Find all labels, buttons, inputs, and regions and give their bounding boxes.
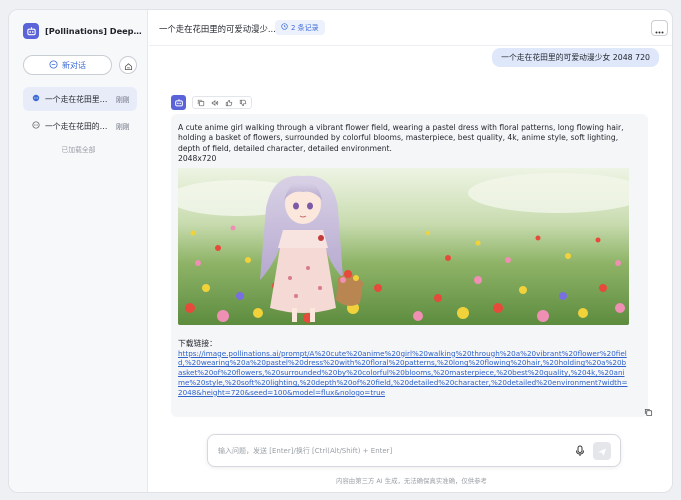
new-chat-button[interactable]: 新对话 bbox=[23, 55, 112, 75]
download-link[interactable]: https://image.pollinations.ai/prompt/A%2… bbox=[178, 349, 629, 398]
ai-message: A cute anime girl walking through a vibr… bbox=[171, 114, 648, 417]
chat-plus-icon bbox=[49, 59, 58, 71]
app-title: [Pollinations] DeepSeek... bbox=[45, 26, 143, 36]
chat-bubble-icon bbox=[32, 94, 40, 104]
home-button[interactable] bbox=[119, 56, 137, 74]
generated-image[interactable] bbox=[178, 167, 629, 325]
anime-girl-flower-field-illustration bbox=[178, 167, 629, 325]
records-count: 2 条记录 bbox=[291, 23, 319, 32]
sidebar: [Pollinations] DeepSeek... 新对话 一个走在花田里的.… bbox=[9, 10, 148, 492]
download-label: 下载链接： bbox=[178, 338, 217, 348]
conversation-time: 刚刚 bbox=[116, 96, 130, 104]
bot-icon bbox=[171, 95, 186, 110]
thumbs-down-icon[interactable] bbox=[238, 98, 248, 108]
chat-header: 一个走在花田里的可爱动漫少... 2 条记录 bbox=[149, 10, 672, 46]
app-window: [Pollinations] DeepSeek... 新对话 一个走在花田里的.… bbox=[8, 9, 673, 493]
more-button[interactable] bbox=[651, 20, 668, 36]
chat-main: 一个走在花田里的可爱动漫少... 2 条记录 一个走在花田里的可爱动漫少女 20… bbox=[149, 10, 672, 492]
chat-bubble-icon bbox=[32, 121, 40, 131]
copy-icon[interactable] bbox=[196, 98, 206, 108]
app-header: [Pollinations] DeepSeek... bbox=[23, 23, 143, 39]
message-actions bbox=[192, 96, 252, 109]
image-size: 2048x720 bbox=[178, 154, 217, 164]
footer-disclaimer: 内容由第三方 AI 生成，无法确保真实准确，仅供参考 bbox=[336, 477, 487, 485]
bot-icon bbox=[23, 23, 39, 39]
thumbs-up-icon[interactable] bbox=[224, 98, 234, 108]
send-button[interactable] bbox=[593, 442, 611, 460]
conversation-title: 一个走在花田的可... bbox=[45, 121, 111, 131]
user-message: 一个走在花田里的可爱动漫少女 2048 720 bbox=[492, 48, 659, 67]
conversation-title: 一个走在花田里的... bbox=[45, 94, 111, 104]
chat-input-box bbox=[207, 434, 621, 467]
clock-icon bbox=[281, 23, 288, 32]
more-dots-icon bbox=[655, 19, 664, 38]
speaker-icon[interactable] bbox=[210, 98, 220, 108]
loaded-all-text: 已加载全部 bbox=[61, 146, 96, 154]
conversation-item-2[interactable]: 一个走在花田的可... 刚刚 bbox=[23, 114, 137, 138]
conversation-time: 刚刚 bbox=[116, 123, 130, 131]
chat-input[interactable] bbox=[218, 444, 558, 458]
home-icon bbox=[124, 56, 133, 75]
mic-icon[interactable] bbox=[573, 444, 587, 458]
copy-icon[interactable] bbox=[642, 406, 654, 418]
conversation-item-1[interactable]: 一个走在花田里的... 刚刚 bbox=[23, 87, 137, 111]
new-chat-label: 新对话 bbox=[62, 60, 86, 70]
conversation-header-title: 一个走在花田里的可爱动漫少... bbox=[159, 24, 276, 34]
send-icon bbox=[597, 442, 607, 461]
generated-prompt: A cute anime girl walking through a vibr… bbox=[178, 123, 624, 153]
records-badge[interactable]: 2 条记录 bbox=[275, 20, 325, 35]
